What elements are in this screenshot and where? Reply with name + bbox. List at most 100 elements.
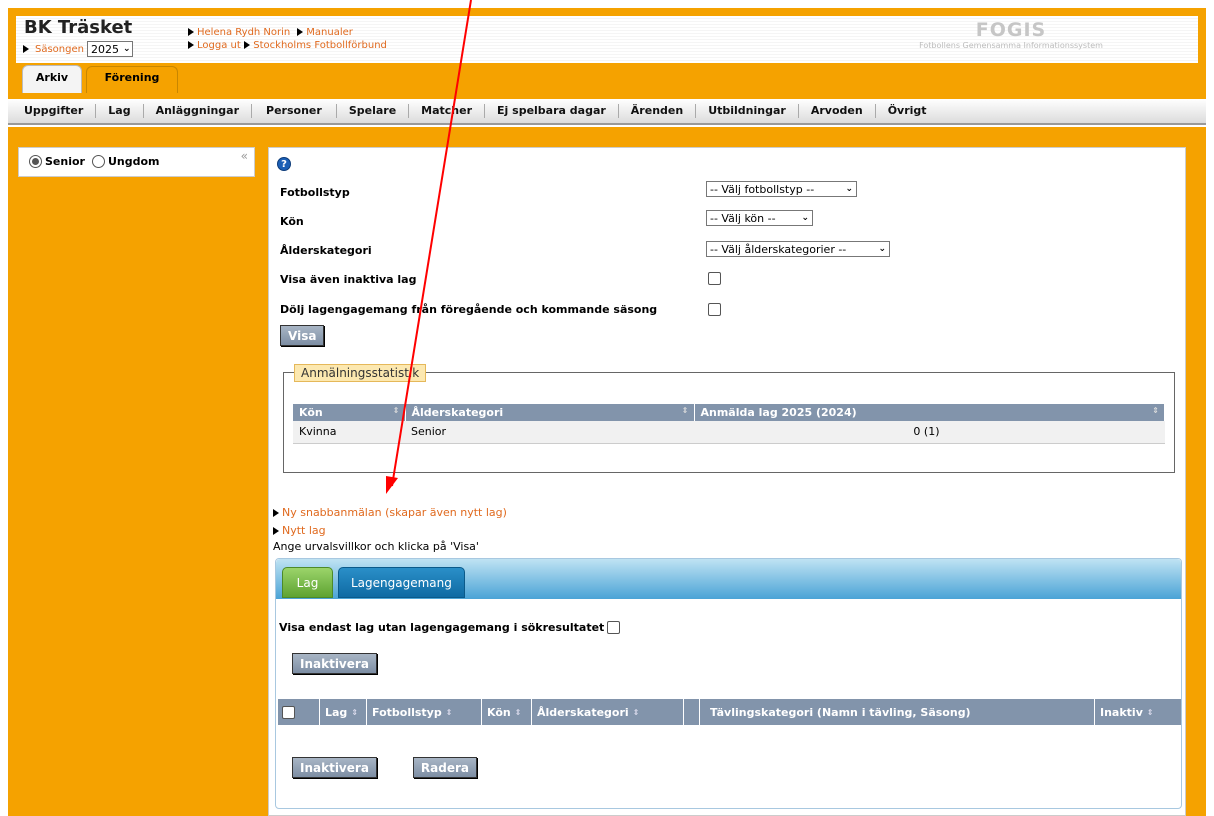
age-category-select-value: -- Välj ålderskategorier --	[710, 242, 847, 256]
stats-header-registered[interactable]: Anmälda lag 2025 (2024) ⇕	[694, 404, 1165, 421]
bullet-arrow-icon	[188, 41, 194, 49]
results-table-header: Lag ⇕ Fotbollstyp ⇕ Kön ⇕ Ålderskategori ⇕ T…	[278, 699, 1181, 725]
stats-header-gender[interactable]: Kön ⇕	[293, 404, 406, 421]
bullet-arrow-icon	[188, 28, 194, 36]
only-without-engagement-row: Visa endast lag utan lagengagemang i sök…	[279, 621, 621, 634]
stats-cell-age: Senior	[405, 421, 694, 444]
app-header: BK Träsket Säsongen 2025 ⌄ Helena Rydh N…	[8, 8, 1206, 99]
sort-icon: ⇕	[392, 406, 400, 415]
club-name: BK Träsket	[24, 17, 133, 38]
nav-anlaggningar[interactable]: Anläggningar	[144, 104, 253, 118]
results-header-competition[interactable]: Tävlingskategori (Namn i tävling, Säsong…	[700, 699, 1095, 725]
tab-lagengagemang[interactable]: Lagengagemang	[338, 567, 465, 598]
chevron-down-icon: ⌄	[878, 244, 886, 254]
user-name-link[interactable]: Helena Rydh Norin	[197, 27, 290, 38]
manuals-link[interactable]: Manualer	[306, 27, 353, 38]
results-header-age[interactable]: Ålderskategori ⇕	[532, 699, 684, 725]
sort-icon: ⇕	[1146, 707, 1154, 717]
sort-icon: ⇕	[1152, 406, 1159, 415]
delete-button[interactable]: Radera	[412, 757, 478, 778]
results-header-lag[interactable]: Lag ⇕	[320, 699, 367, 725]
stats-table: Kön ⇕ Ålderskategori ⇕ Anmälda lag 2025 (2…	[293, 404, 1165, 444]
sort-icon: ⇕	[514, 707, 522, 717]
show-inactive-label: Visa även inaktiva lag	[280, 273, 417, 286]
show-button[interactable]: Visa	[280, 325, 325, 346]
new-team-link-row: Nytt lag	[273, 524, 326, 537]
user-links: Helena Rydh Norin Manualer Logga ut Stoc…	[188, 26, 387, 52]
age-category-select[interactable]: -- Välj ålderskategorier -- ⌄	[706, 241, 890, 257]
bullet-arrow-icon	[273, 509, 279, 517]
bullet-arrow-icon	[297, 28, 304, 36]
new-team-link[interactable]: Nytt lag	[282, 524, 326, 537]
youth-radio[interactable]	[91, 155, 105, 168]
youth-label: Ungdom	[107, 155, 160, 168]
main-navigation: Uppgifter Lag Anläggningar Personer Spel…	[8, 99, 1206, 125]
gender-select[interactable]: -- Välj kön -- ⌄	[706, 210, 813, 226]
tab-lag[interactable]: Lag	[282, 567, 333, 598]
inactivate-button-bottom[interactable]: Inaktivera	[292, 757, 377, 778]
select-all-cell	[278, 699, 320, 725]
quick-registration-link-row: Ny snabbanmälan (skapar även nytt lag)	[273, 506, 507, 519]
tab-bar: Lag Lagengagemang	[276, 559, 1181, 599]
table-row: Kvinna Senior 0 (1)	[293, 421, 1165, 444]
senior-label: Senior	[45, 155, 85, 168]
results-header-gender[interactable]: Kön ⇕	[482, 699, 532, 725]
quick-registration-link[interactable]: Ny snabbanmälan (skapar även nytt lag)	[282, 506, 507, 519]
nav-ovrigt[interactable]: Övrigt	[876, 104, 939, 118]
results-header-inactive[interactable]: Inaktiv ⇕	[1095, 699, 1175, 725]
header-banner: BK Träsket Säsongen 2025 ⌄ Helena Rydh N…	[16, 16, 1198, 63]
nav-matcher[interactable]: Matcher	[409, 104, 486, 118]
chevron-down-icon: ⌄	[845, 184, 853, 194]
results-header-spacer	[684, 699, 700, 725]
season-label: Säsongen	[35, 43, 84, 55]
nav-ej-spelbara-dagar[interactable]: Ej spelbara dagar	[485, 104, 619, 118]
logout-link[interactable]: Logga ut	[197, 40, 241, 51]
results-tab-panel: Lag Lagengagemang Visa endast lag utan l…	[275, 558, 1182, 809]
stats-cell-gender: Kvinna	[293, 421, 405, 444]
bullet-arrow-icon	[273, 527, 279, 535]
tab-arkiv[interactable]: Arkiv	[22, 65, 82, 93]
hide-engagements-label: Dölj lagengagemang från föregående och k…	[280, 303, 658, 316]
fogis-logo: FOGIS Fotbollens Gemensamma Informations…	[886, 19, 1136, 50]
hide-engagements-checkbox[interactable]	[708, 303, 721, 316]
nav-personer[interactable]: Personer	[252, 104, 337, 118]
registration-stats-box: Anmälningsstatistik Kön ⇕ Ålderskategori ⇕…	[283, 364, 1175, 473]
nav-spelare[interactable]: Spelare	[337, 104, 410, 118]
level-radio-group: Senior Ungdom	[29, 155, 160, 168]
federation-link[interactable]: Stockholms Fotbollförbund	[253, 40, 387, 51]
season-select[interactable]: 2025 ⌄	[86, 41, 133, 57]
results-header-football-type[interactable]: Fotbollstyp ⇕	[367, 699, 482, 725]
football-type-select-value: -- Välj fotbollstyp --	[710, 182, 815, 196]
logo-title: FOGIS	[975, 19, 1047, 41]
inactivate-button-top[interactable]: Inaktivera	[292, 653, 377, 674]
hint-text: Ange urvalsvillkor och klicka på 'Visa'	[273, 540, 479, 553]
stats-header-age[interactable]: Ålderskategori ⇕	[405, 404, 695, 421]
football-type-select[interactable]: -- Välj fotbollstyp -- ⌄	[706, 181, 857, 197]
bullet-arrow-icon	[244, 41, 251, 49]
tab-forening[interactable]: Förening	[86, 66, 178, 93]
stats-cell-registered: 0 (1)	[694, 421, 1165, 444]
nav-uppgifter[interactable]: Uppgifter	[12, 104, 97, 118]
top-tabs: Arkiv Förening	[22, 65, 178, 93]
stats-legend: Anmälningsstatistik	[294, 364, 427, 382]
collapse-sidebar-icon[interactable]: «	[241, 149, 248, 163]
nav-arenden[interactable]: Ärenden	[619, 104, 697, 118]
sort-icon: ⇕	[351, 707, 359, 717]
chevron-down-icon: ⌄	[801, 213, 809, 223]
gender-select-value: -- Välj kön --	[710, 211, 776, 225]
nav-lag[interactable]: Lag	[96, 104, 144, 118]
season-selector-row: Säsongen 2025 ⌄	[23, 41, 133, 57]
show-inactive-checkbox[interactable]	[708, 272, 721, 285]
nav-utbildningar[interactable]: Utbildningar	[696, 104, 799, 118]
only-without-engagement-label: Visa endast lag utan lagengagemang i sök…	[279, 621, 605, 634]
season-select-value: 2025	[90, 42, 119, 56]
only-without-engagement-checkbox[interactable]	[607, 621, 621, 634]
sidebar: Senior Ungdom «	[18, 147, 255, 177]
results-button-row: Inaktivera Radera	[292, 757, 478, 778]
help-icon[interactable]: ?	[277, 157, 291, 171]
nav-arvoden[interactable]: Arvoden	[799, 104, 876, 118]
bullet-arrow-icon	[23, 45, 29, 53]
gender-label: Kön	[280, 215, 304, 228]
senior-radio[interactable]	[29, 155, 42, 168]
select-all-checkbox[interactable]	[282, 705, 295, 719]
